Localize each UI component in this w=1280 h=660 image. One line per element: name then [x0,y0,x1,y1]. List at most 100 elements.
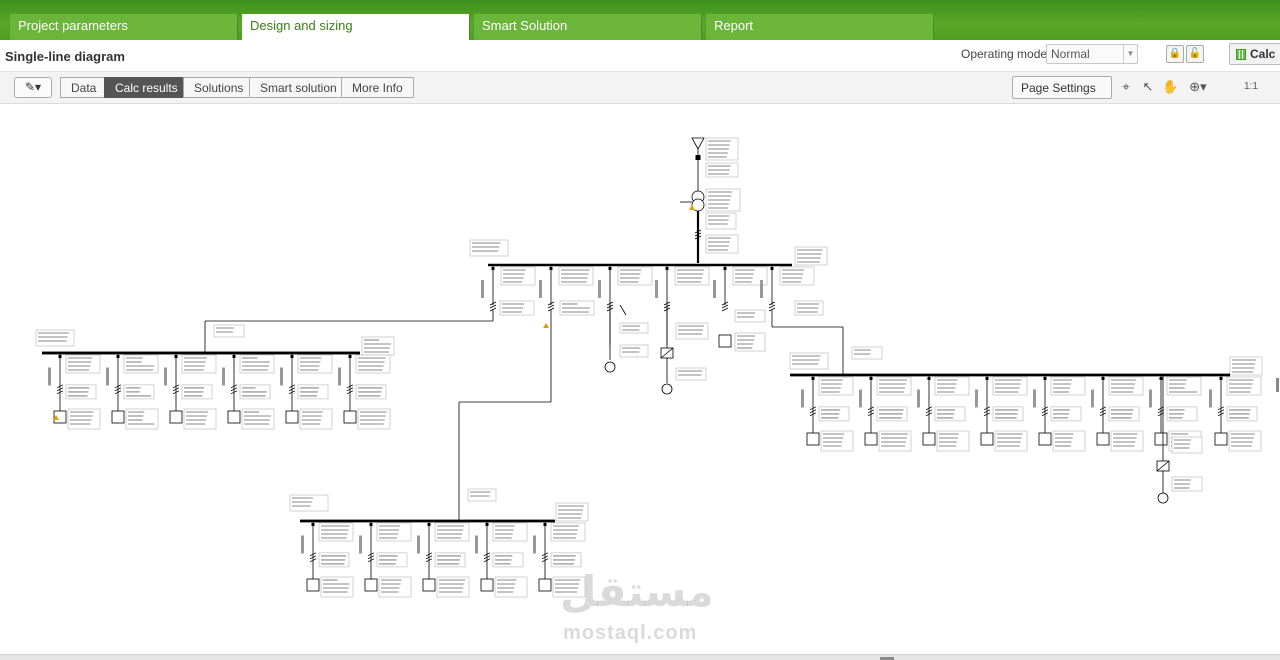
page-settings-button[interactable]: Page Settings [1012,76,1112,99]
info-label-box [35,329,75,347]
feeder-switch[interactable] [608,267,612,270]
info-label-box [675,322,709,340]
feeder-switch[interactable] [174,355,178,358]
pen-icon[interactable]: ✎▾ [14,77,52,98]
feeder-switch[interactable] [116,355,120,358]
view-tab-solutions[interactable]: Solutions [183,77,255,98]
tab-project-parameters[interactable]: Project parameters [10,14,238,40]
load-box[interactable] [227,410,241,424]
select-icon[interactable]: ↖ [1140,79,1156,95]
feeder-switch[interactable] [1219,377,1223,380]
feeder-switch[interactable] [427,523,431,526]
feeder-switch[interactable] [1101,377,1105,380]
operating-mode-select[interactable]: Normal ▼ [1046,44,1138,64]
load-box[interactable] [718,334,732,348]
info-label-box [213,324,245,338]
utility-source[interactable] [691,137,705,150]
load-box[interactable] [922,432,936,446]
feeder-switch[interactable] [348,355,352,358]
info-label-box [789,352,829,370]
motor-symbol[interactable] [661,383,673,395]
calc-button[interactable]: Calc [1229,43,1280,65]
feeder-switch[interactable] [985,377,989,380]
circuit-breaker[interactable] [547,304,555,309]
horizontal-scrollbar[interactable] [0,654,1280,660]
feeder-switch[interactable] [1159,377,1163,380]
hand-icon[interactable]: ✋ [1162,79,1178,95]
view-tab-more-info[interactable]: More Info [341,77,414,98]
load-box[interactable] [806,432,820,446]
load-box[interactable] [1038,432,1052,446]
cable-label [1149,389,1152,408]
load-box[interactable] [111,410,125,424]
info-label-box [619,344,649,358]
frame-icon[interactable]: ⌖ [1118,79,1134,95]
incomer-switch[interactable] [695,155,701,160]
load-box[interactable] [538,578,552,592]
tab-smart-solution[interactable]: Smart Solution [474,14,702,40]
load-box[interactable] [422,578,436,592]
feeder-switch[interactable] [665,267,669,270]
cable-label [1209,389,1212,408]
view-tab-calc-results[interactable]: Calc results [104,77,189,98]
load-box[interactable] [1154,432,1168,446]
load-box[interactable] [980,432,994,446]
feeder-switch[interactable] [770,267,774,270]
load-box[interactable] [343,410,357,424]
tab-design-and-sizing[interactable]: Design and sizing [242,14,470,40]
motor-symbol[interactable] [1157,492,1169,504]
circuit-breaker[interactable] [768,304,776,309]
cable-label [359,535,362,554]
cable-label [1091,389,1094,408]
warning-icon[interactable] [543,323,549,328]
feeder-switch[interactable] [543,523,547,526]
feeder-switch[interactable] [1043,377,1047,380]
feeder-switch[interactable] [549,267,553,270]
feeder-switch[interactable] [369,523,373,526]
feeder-switch[interactable] [485,523,489,526]
feeder-switch[interactable] [232,355,236,358]
circuit-breaker[interactable] [721,307,729,312]
view-tab-data[interactable]: Data [60,77,108,98]
cable-label [417,535,420,554]
load-box[interactable] [864,432,878,446]
switch[interactable] [619,304,627,316]
feeder-switch[interactable] [723,267,727,270]
load-box[interactable] [1214,432,1228,446]
info-label-box [469,239,509,257]
top-tab-bar: Project parameters Design and sizing Sma… [0,0,1280,40]
circuit-breaker[interactable] [721,304,729,309]
load-box[interactable] [480,578,494,592]
zoom-in-icon[interactable]: ⊕▾ [1186,79,1210,95]
load-box[interactable] [1096,432,1110,446]
feeder-switch[interactable] [58,355,62,358]
cable-label [760,280,763,298]
feeder-switch[interactable] [811,377,815,380]
lock-icon[interactable]: 🔒 [1166,45,1184,63]
load-box[interactable] [285,410,299,424]
circuit-breaker[interactable] [489,304,497,309]
zoom-ratio: 1:1 [1244,81,1258,92]
calculator-icon [1236,49,1246,60]
load-box[interactable] [306,578,320,592]
feeder-switch[interactable] [311,523,315,526]
load-box[interactable] [169,410,183,424]
cable-label [539,280,542,298]
feeder-switch[interactable] [927,377,931,380]
feeder-switch[interactable] [491,267,495,270]
feeder-switch[interactable] [290,355,294,358]
tab-report[interactable]: Report [706,14,934,40]
chevron-down-icon: ▼ [1123,45,1137,63]
cable-label [1033,389,1036,408]
feeder-switch[interactable] [869,377,873,380]
cable-label [301,535,304,554]
load-box[interactable] [364,578,378,592]
operating-mode-label: Operating mode [961,47,1048,61]
vertical-scrollbar[interactable] [1276,378,1279,392]
single-line-diagram-canvas[interactable]: مستقل mostaql.com [0,105,1280,655]
motor-symbol[interactable] [604,361,616,373]
view-tab-smart-solution[interactable]: Smart solution [249,77,348,98]
cable-label [598,280,601,298]
unlock-icon[interactable]: 🔓 [1186,45,1204,63]
toolbar: ✎▾ Data Calc results Solutions Smart sol… [0,72,1280,104]
